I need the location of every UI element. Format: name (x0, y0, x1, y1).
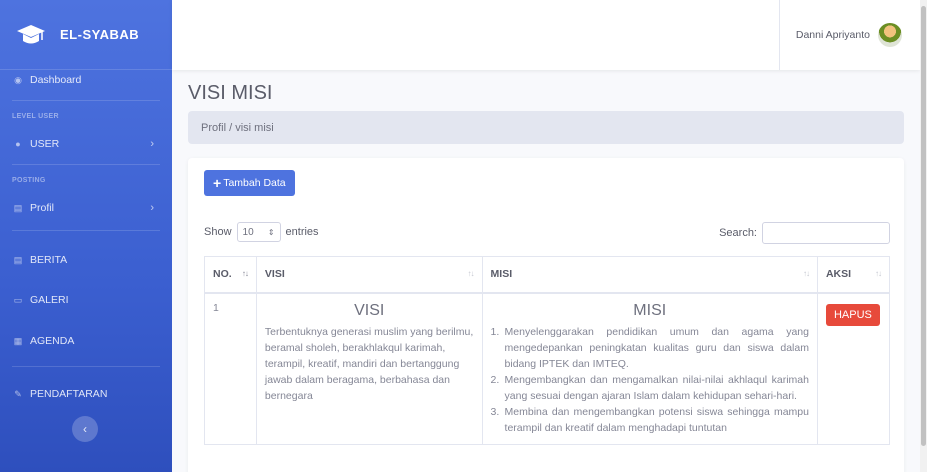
column-header-label: VISI (264, 268, 285, 281)
pencil-icon: ✎ (14, 388, 22, 399)
column-header-label: MISI (490, 268, 513, 281)
sort-icon: ↑↓ (802, 269, 810, 278)
sidebar-toggle-button[interactable]: ‹ (72, 416, 98, 442)
add-data-label: Tambah Data (223, 177, 286, 189)
plus-icon: + (213, 175, 222, 191)
page-scrollbar[interactable] (920, 0, 927, 472)
sidebar-item-galeri[interactable]: ▭ GALERI (0, 292, 172, 308)
divider (12, 164, 160, 165)
graduation-cap-icon (17, 24, 45, 43)
column-header-label: AKSI (825, 268, 852, 281)
gallery-icon: ▭ (13, 294, 23, 305)
sidebar-item-user[interactable]: ● USER › (0, 136, 172, 152)
divider (12, 230, 160, 231)
brand-name: EL-SYABAB (60, 27, 140, 42)
brand[interactable]: EL-SYABAB (0, 0, 172, 70)
sidebar-item-label: USER (30, 138, 60, 150)
visi-misi-table: NO. ↑↓ VISI ↑↓ MISI ↑↓ AKSI ↑↓ 1 VISI Te… (204, 256, 891, 445)
sidebar-item-agenda[interactable]: ▦ AGENDA (0, 333, 172, 349)
column-header-no[interactable]: NO. ↑↓ (204, 256, 257, 294)
user-dropdown[interactable]: Danni Apriyanto (778, 0, 920, 70)
column-header-aksi[interactable]: AKSI ↑↓ (816, 256, 891, 294)
column-header-label: NO. (213, 268, 232, 281)
table-header-row: NO. ↑↓ VISI ↑↓ MISI ↑↓ AKSI ↑↓ (204, 256, 891, 294)
entries-label: entries (285, 226, 319, 238)
search-input[interactable] (762, 222, 890, 244)
chevron-right-icon: › (150, 138, 154, 150)
sidebar-item-label: GALERI (30, 294, 69, 306)
newspaper-icon: ▤ (13, 254, 23, 265)
column-header-misi[interactable]: MISI ↑↓ (481, 256, 818, 294)
user-name: Danni Apriyanto (795, 29, 870, 41)
add-data-button[interactable]: + Tambah Data (204, 170, 295, 196)
data-card: + Tambah Data Show 10 ⇕ entries Search: … (188, 158, 904, 472)
sidebar-item-label: Dashboard (30, 74, 82, 86)
entries-select-value: 10 (242, 226, 254, 238)
sort-icon: ↑↓ (875, 269, 882, 278)
dashboard-icon: ◉ (14, 74, 22, 85)
page-title: VISI MISI (188, 82, 273, 104)
list-item: 2. Mengembangkan dan mengamalkan nilai-ni… (490, 373, 809, 402)
search-control: Search: (719, 222, 890, 244)
cell-no: 1 (204, 292, 257, 445)
user-icon: ● (15, 139, 21, 149)
list-item: 3. Membina dan mengembangkan potensi sisw… (490, 405, 809, 434)
entries-select[interactable]: 10 ⇕ (236, 222, 281, 242)
visi-text: Terbentuknya generasi muslim yang berilm… (264, 325, 474, 402)
misi-title: MISI (633, 301, 667, 319)
sidebar-item-label: AGENDA (30, 335, 75, 347)
column-header-visi[interactable]: VISI ↑↓ (255, 256, 483, 294)
misi-item-text: Mengembangkan dan mengamalkan nilai-nila… (504, 373, 809, 402)
sidebar-item-label: Profil (30, 202, 54, 214)
section-heading-level-user: LEVEL USER (12, 113, 59, 120)
avatar (878, 23, 902, 47)
sidebar-item-berita[interactable]: ▤ BERITA (0, 252, 172, 268)
entries-length-control: Show 10 ⇕ entries (204, 222, 319, 242)
section-heading-posting: POSTING (12, 177, 46, 184)
sidebar-item-dashboard[interactable]: ◉ Dashboard (0, 72, 172, 88)
topbar: Danni Apriyanto (172, 0, 920, 70)
sidebar-item-profil[interactable]: ▤ Profil › (0, 200, 172, 216)
sidebar-item-pendaftaran[interactable]: ✎ PENDAFTARAN (0, 386, 172, 402)
table-icon: ▤ (13, 202, 23, 213)
sort-icon: ↑↓ (467, 269, 475, 278)
misi-item-text: Menyelenggarakan pendidikan umum dan aga… (504, 325, 809, 370)
sort-icon: ↑↓ (241, 269, 249, 278)
misi-item-text: Membina dan mengembangkan potensi siswa … (504, 405, 809, 434)
misi-list: 1. Menyelenggarakan pendidikan umum dan a… (491, 324, 809, 436)
delete-button[interactable]: HAPUS (825, 303, 880, 326)
visi-title: VISI (354, 301, 385, 319)
sidebar-item-label: PENDAFTARAN (30, 388, 108, 400)
select-arrows-icon: ⇕ (267, 227, 275, 237)
list-item: 1. Menyelenggarakan pendidikan umum dan a… (490, 325, 809, 370)
breadcrumb: Profil / visi misi (188, 111, 904, 144)
cell-aksi: HAPUS (816, 292, 891, 445)
cell-visi: VISI Terbentuknya generasi muslim yang b… (255, 292, 483, 445)
search-label: Search: (719, 227, 757, 239)
sidebar: EL-SYABAB ◉ Dashboard LEVEL USER ● USER … (0, 0, 172, 472)
divider (12, 100, 160, 101)
chevron-right-icon: › (150, 202, 154, 214)
table-row: 1 VISI Terbentuknya generasi muslim yang… (204, 292, 891, 445)
calendar-icon: ▦ (13, 335, 23, 346)
divider (12, 366, 160, 367)
scrollbar-thumb[interactable] (921, 6, 926, 446)
sidebar-item-label: BERITA (30, 254, 68, 266)
show-label: Show (204, 226, 232, 238)
cell-misi: MISI 1. Menyelenggarakan pendidikan umum … (481, 292, 818, 445)
